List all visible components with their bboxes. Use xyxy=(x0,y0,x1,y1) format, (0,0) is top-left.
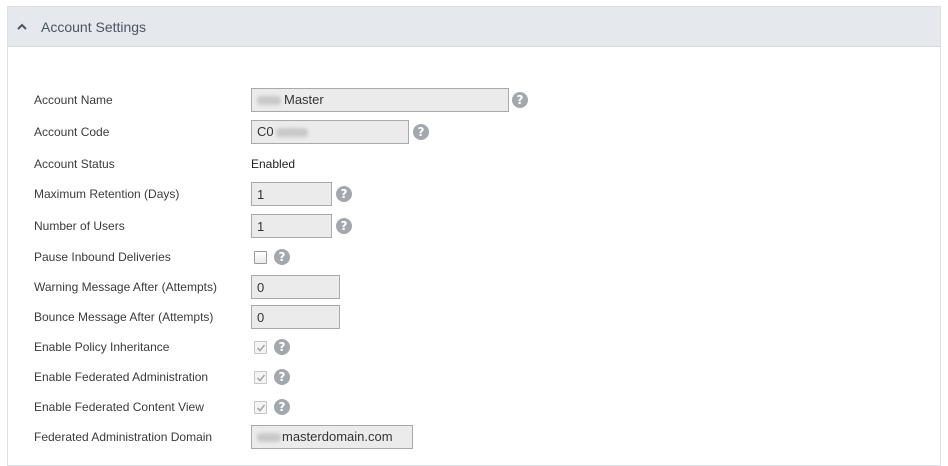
federated-domain-input[interactable]: masterdomain.com xyxy=(251,425,413,449)
account-name-input[interactable]: Master xyxy=(251,88,509,112)
bounce-message-input[interactable] xyxy=(251,305,340,329)
number-of-users-input[interactable] xyxy=(251,214,332,238)
federated-content-label: Enable Federated Content View xyxy=(34,400,204,414)
question-mark-icon[interactable]: ? xyxy=(274,339,290,355)
question-mark-icon[interactable]: ? xyxy=(274,249,290,265)
row-account-name: Account Name Master ? xyxy=(8,88,940,112)
row-account-status: Account Status Enabled xyxy=(8,152,940,176)
question-mark-icon[interactable]: ? xyxy=(413,124,429,140)
row-warning-message: Warning Message After (Attempts) xyxy=(8,275,940,299)
account-status-value: Enabled xyxy=(251,157,296,171)
policy-inheritance-label: Enable Policy Inheritance xyxy=(34,340,170,354)
account-code-input[interactable]: C0 xyxy=(251,120,409,144)
row-number-of-users: Number of Users ? xyxy=(8,214,940,238)
warning-message-input[interactable] xyxy=(251,275,340,299)
account-code-label: Account Code xyxy=(34,125,110,139)
row-account-code: Account Code C0 ? xyxy=(8,120,940,144)
account-settings-panel: Account Settings Account Name Master ? A… xyxy=(7,6,941,466)
row-max-retention: Maximum Retention (Days) ? xyxy=(8,182,940,206)
row-pause-inbound: Pause Inbound Deliveries ? xyxy=(8,245,940,269)
checkmark-icon xyxy=(256,374,266,382)
question-mark-icon[interactable]: ? xyxy=(512,92,528,108)
row-federated-admin: Enable Federated Administration ? xyxy=(8,365,940,389)
policy-inheritance-checkbox[interactable] xyxy=(254,341,267,354)
redacted-text xyxy=(257,96,281,106)
max-retention-input[interactable] xyxy=(251,182,332,206)
pause-inbound-checkbox[interactable] xyxy=(254,251,267,264)
row-federated-domain: Federated Administration Domain masterdo… xyxy=(8,425,940,449)
federated-domain-label: Federated Administration Domain xyxy=(34,430,213,444)
checkmark-icon xyxy=(256,404,266,412)
federated-admin-label: Enable Federated Administration xyxy=(34,370,209,384)
number-of-users-label: Number of Users xyxy=(34,219,125,233)
redacted-text xyxy=(275,128,308,138)
bounce-message-label: Bounce Message After (Attempts) xyxy=(34,310,214,324)
row-federated-content: Enable Federated Content View ? xyxy=(8,395,940,419)
row-policy-inheritance: Enable Policy Inheritance ? xyxy=(8,335,940,359)
row-bounce-message: Bounce Message After (Attempts) xyxy=(8,305,940,329)
checkmark-icon xyxy=(256,344,266,352)
account-name-label: Account Name xyxy=(34,93,113,107)
question-mark-icon[interactable]: ? xyxy=(336,186,352,202)
chevron-up-icon[interactable] xyxy=(16,21,28,33)
federated-admin-checkbox[interactable] xyxy=(254,371,267,384)
federated-content-checkbox[interactable] xyxy=(254,401,267,414)
redacted-text xyxy=(257,433,281,443)
panel-title: Account Settings xyxy=(41,19,147,35)
max-retention-label: Maximum Retention (Days) xyxy=(34,187,180,201)
question-mark-icon[interactable]: ? xyxy=(336,218,352,234)
panel-header[interactable]: Account Settings xyxy=(8,7,940,47)
question-mark-icon[interactable]: ? xyxy=(274,399,290,415)
question-mark-icon[interactable]: ? xyxy=(274,369,290,385)
pause-inbound-label: Pause Inbound Deliveries xyxy=(34,250,171,264)
warning-message-label: Warning Message After (Attempts) xyxy=(34,280,217,294)
account-status-label: Account Status xyxy=(34,157,115,171)
